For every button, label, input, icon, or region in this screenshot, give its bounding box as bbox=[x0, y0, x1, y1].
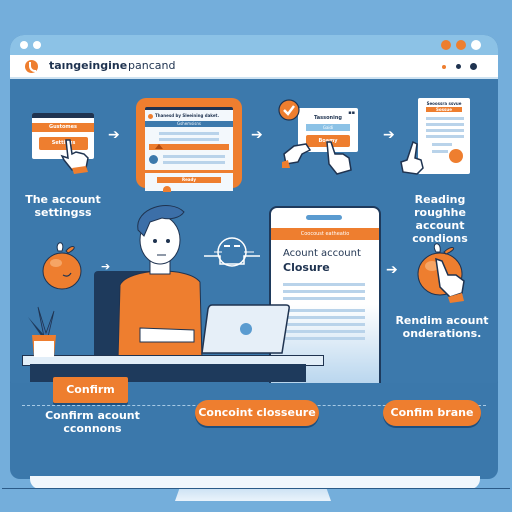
caption-line: The account bbox=[25, 193, 101, 206]
toolbar-dot[interactable] bbox=[442, 65, 446, 69]
check-circle-icon bbox=[278, 99, 300, 121]
text-line bbox=[426, 135, 464, 138]
minimize-button[interactable] bbox=[441, 40, 451, 50]
pointing-hand-icon bbox=[60, 139, 89, 174]
person-illustration bbox=[117, 205, 203, 360]
doc-title: Thanesd by Sleeining daket. bbox=[155, 113, 219, 118]
confirm-brand-button[interactable]: Confim brane bbox=[383, 400, 481, 426]
text-line bbox=[163, 161, 225, 164]
doc-badge: Sossue bbox=[426, 107, 462, 112]
card-title: Acount account bbox=[283, 248, 361, 259]
pointing-hand-icon bbox=[435, 257, 465, 303]
toolbar-dot[interactable] bbox=[456, 64, 461, 69]
highlighted-document-frame: Thanesd by Sleeining daket. Gshemsisns R… bbox=[136, 98, 242, 192]
caption-line: Confirm acount bbox=[45, 409, 140, 422]
text-line bbox=[163, 155, 225, 158]
caption-line: Reading roughhe bbox=[414, 193, 466, 219]
step-caption-account-settings: The account settingss bbox=[18, 193, 108, 219]
info-icon bbox=[149, 155, 158, 164]
caption-line: settingss bbox=[34, 206, 92, 219]
text-line bbox=[159, 132, 219, 135]
text-line bbox=[432, 143, 452, 146]
pointing-hand-icon bbox=[400, 140, 424, 175]
text-line bbox=[283, 290, 365, 293]
laptop-icon bbox=[201, 304, 290, 354]
confirm-button[interactable]: Confirm bbox=[53, 377, 128, 403]
tangerine-fruit-icon bbox=[42, 242, 82, 290]
step-caption-rendim-acount: Rendim acount onderations. bbox=[392, 314, 492, 340]
text-line bbox=[159, 138, 219, 141]
brand-subtitle: pancand bbox=[128, 59, 176, 72]
address-bar: taıngeingine pancand bbox=[10, 55, 498, 79]
mini-window-titlebar bbox=[32, 113, 94, 118]
text-line bbox=[283, 283, 365, 286]
mini-header: Gustomes bbox=[32, 123, 94, 132]
text-line bbox=[426, 129, 464, 132]
confirm-caption: Confirm acount cconnons bbox=[40, 409, 145, 435]
text-line bbox=[426, 117, 464, 120]
document-preview: Thanesd by Sleeining daket. Gshemsisns R… bbox=[145, 107, 233, 192]
mini-title: Tassoning bbox=[314, 115, 342, 121]
card-speaker-notch bbox=[306, 215, 342, 220]
text-line bbox=[283, 323, 365, 326]
doc-subtitle: Gshemsisns bbox=[145, 121, 233, 127]
text-line bbox=[283, 316, 365, 319]
close-button[interactable] bbox=[471, 40, 481, 50]
potted-plant-icon bbox=[28, 306, 56, 357]
caption-line: onderations. bbox=[402, 327, 482, 340]
doc-button[interactable]: Ready bbox=[157, 177, 221, 183]
warning-bar bbox=[149, 144, 229, 150]
maximize-button[interactable] bbox=[456, 40, 466, 50]
arrow-right-icon: ➔ bbox=[251, 127, 263, 143]
arrow-right-icon: ➔ bbox=[383, 127, 395, 143]
window-dot[interactable] bbox=[20, 41, 28, 49]
text-line bbox=[283, 309, 365, 312]
text-line bbox=[432, 150, 448, 153]
doc-logo-icon bbox=[148, 114, 153, 119]
title-bar bbox=[10, 35, 498, 55]
toolbar-dot[interactable] bbox=[470, 63, 477, 70]
seal-icon bbox=[449, 149, 463, 163]
warning-icon bbox=[155, 144, 163, 149]
text-line bbox=[283, 297, 365, 300]
text-line bbox=[426, 123, 464, 126]
pointing-hand-icon bbox=[326, 141, 352, 175]
mini-field[interactable]: Gaidi bbox=[306, 124, 350, 131]
arrow-right-icon: ➔ bbox=[386, 262, 398, 278]
card-title-bold: Closure bbox=[283, 261, 330, 274]
window-dot[interactable] bbox=[33, 41, 41, 49]
card-header: Coocoust eatheatio bbox=[271, 228, 379, 240]
divider bbox=[145, 170, 233, 173]
doc-title: Seoossra ssvue bbox=[426, 101, 462, 106]
arrow-right-icon: ➔ bbox=[108, 127, 120, 143]
brand-name: taıngeingine bbox=[49, 59, 128, 72]
text-line bbox=[283, 337, 365, 340]
tangerine-logo-icon bbox=[25, 60, 38, 73]
pointing-hand-icon bbox=[282, 143, 312, 168]
face-line-icon bbox=[204, 237, 260, 267]
caption-line: Rendim acount bbox=[395, 314, 489, 327]
tangerine-fruit-icon bbox=[163, 186, 171, 192]
caption-line: cconnons bbox=[63, 422, 122, 435]
text-line bbox=[283, 330, 365, 333]
floor-line bbox=[2, 488, 510, 489]
confirm-closure-button[interactable]: Concoint closseure bbox=[195, 400, 319, 426]
